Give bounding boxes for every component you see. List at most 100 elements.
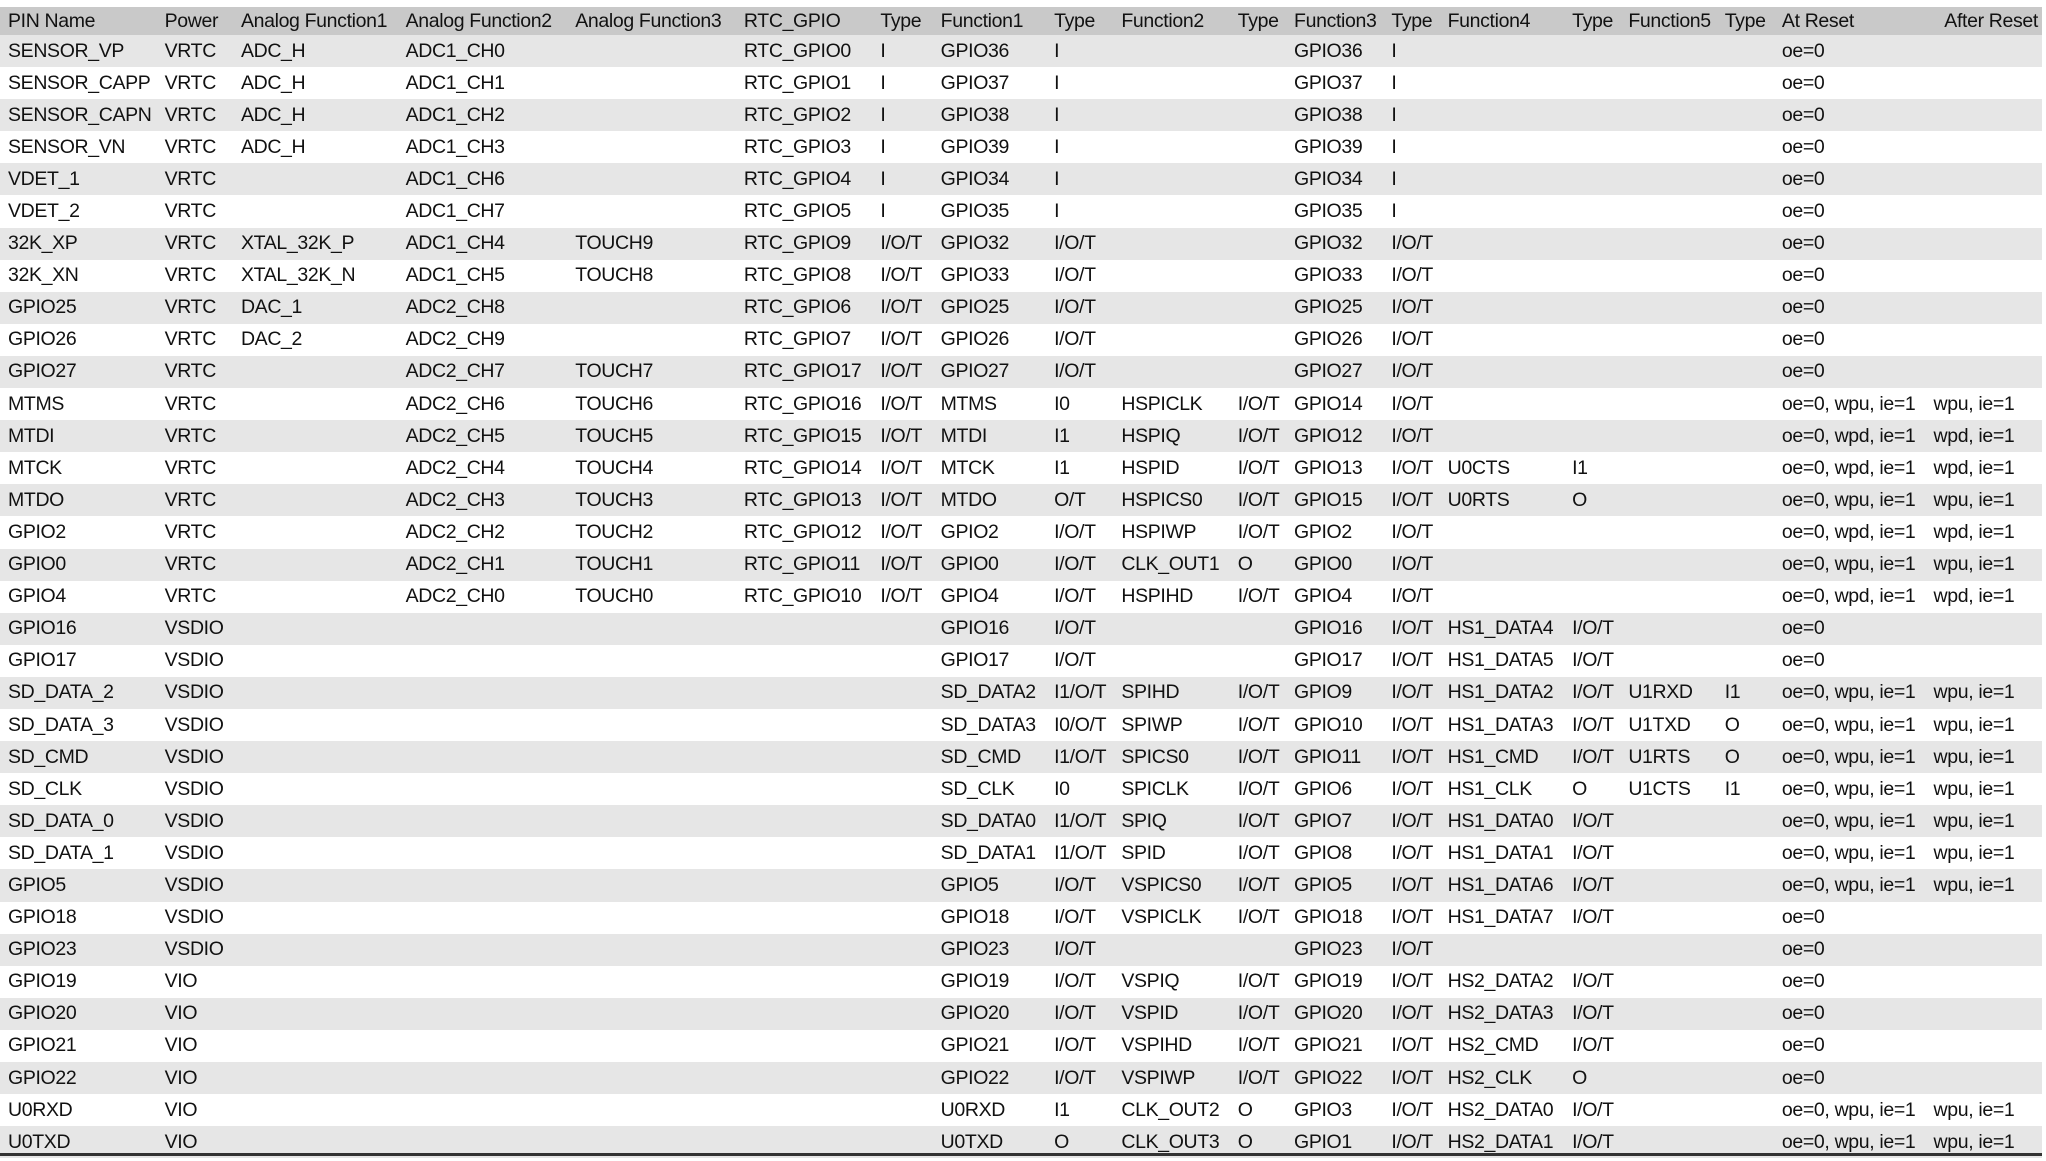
- table-cell: VSDIO: [164, 745, 224, 768]
- table-row: GPIO0 VRTC ADC2_CH1 TOUCH1 RTC_GPIO11 I/O/T GP…: [0, 548, 2042, 581]
- table-cell: [406, 805, 576, 837]
- table-cell: ADC2_CH9: [405, 328, 505, 351]
- table-cell: ADC2_CH4: [405, 456, 505, 479]
- table-cell: HS1_DATA3: [1447, 713, 1554, 736]
- table-cell: I/O/T: [1237, 392, 1280, 415]
- table-cell: I/O/T: [1391, 456, 1433, 479]
- table-cell: RTC_GPIO6: [743, 296, 851, 319]
- table-cell: [406, 645, 576, 677]
- table-cell: [575, 99, 744, 131]
- table-cell: SPIQ: [1121, 809, 1167, 832]
- table-row: GPIO25 VRTC DAC_1 ADC2_CH8 RTC_GPIO6 I/O/T GPI…: [0, 291, 2042, 324]
- table-cell: [1725, 292, 1782, 324]
- table-cell: I/O/T: [1237, 488, 1280, 511]
- table-cell: [1628, 837, 1724, 869]
- table-cell: GPIO26: [940, 328, 1010, 351]
- table-cell: [241, 966, 406, 998]
- table-cell: VIO: [164, 1066, 198, 1089]
- table-cell: [1934, 260, 2043, 292]
- table-cell: [241, 613, 406, 645]
- table-cell: SD_DATA3: [940, 713, 1036, 736]
- table-cell: SD_CMD: [8, 745, 89, 768]
- table-cell: U0RXD: [8, 1098, 73, 1121]
- table-cell: [880, 998, 940, 1030]
- table-cell: [1238, 356, 1294, 388]
- table-cell: [1725, 998, 1782, 1030]
- table-cell: VRTC: [164, 264, 217, 287]
- table-cell: I/O/T: [1237, 424, 1280, 447]
- table-cell: GPIO15: [1294, 488, 1363, 511]
- table-cell: [1628, 516, 1724, 548]
- table-cell: I1/O/T: [1054, 681, 1107, 704]
- table-cell: MTCK: [8, 456, 62, 479]
- table-row: 32K_XN VRTC XTAL_32K_N ADC1_CH5 TOUCH8 RTC_GP…: [0, 259, 2043, 292]
- table-cell: GPIO20: [940, 1002, 1010, 1025]
- table-cell: TOUCH3: [575, 488, 653, 511]
- table-cell: [880, 709, 940, 741]
- table-cell: VRTC: [164, 167, 217, 190]
- table-cell: oe=0, wpd, ie=1: [1781, 585, 1916, 608]
- table-cell: [575, 613, 744, 645]
- table-cell: ADC1_CH1: [405, 71, 505, 94]
- table-cell: [744, 998, 881, 1030]
- table-cell: [1725, 99, 1782, 131]
- table-cell: VSPIHD: [1121, 1034, 1192, 1057]
- table-cell: GPIO39: [1294, 135, 1363, 158]
- table-cell: [1238, 260, 1294, 292]
- table-cell: [1934, 324, 2043, 356]
- table-cell: oe=0, wpu, ie=1: [1781, 681, 1916, 704]
- table-cell: I/O/T: [880, 585, 923, 608]
- table-cell: [1628, 99, 1724, 131]
- table-cell: oe=0, wpu, ie=1: [1781, 841, 1916, 864]
- table-cell: I/O/T: [1391, 777, 1433, 800]
- table-cell: I: [1054, 103, 1060, 126]
- table-cell: GPIO23: [8, 938, 77, 961]
- table-cell: wpu, ie=1: [1933, 809, 2015, 832]
- table-cell: GPIO21: [1294, 1034, 1363, 1057]
- table-cell: [575, 773, 744, 805]
- table-cell: CLK_OUT2: [1121, 1098, 1220, 1121]
- table-cell: I/O/T: [1054, 1002, 1096, 1025]
- table-cell: I/O/T: [1237, 1002, 1280, 1025]
- table-cell: VRTC: [164, 296, 217, 319]
- table-cell: [1238, 163, 1294, 195]
- table-cell: [1725, 131, 1782, 163]
- table-cell: [241, 869, 406, 901]
- table-cell: [1628, 35, 1724, 67]
- table-cell: GPIO27: [940, 360, 1010, 383]
- table-cell: I1: [1724, 777, 1741, 800]
- table-cell: oe=0: [1781, 103, 1825, 126]
- table-cell: I/O/T: [1391, 553, 1433, 576]
- table-cell: [1448, 67, 1572, 99]
- table-cell: [880, 966, 940, 998]
- table-cell: oe=0, wpd, ie=1: [1781, 424, 1916, 447]
- table-cell: O: [1237, 1098, 1253, 1121]
- table-cell: I/O/T: [1391, 360, 1433, 383]
- column-header: Type: [880, 10, 922, 32]
- table-cell: [1448, 549, 1572, 581]
- table-cell: SPIWP: [1121, 713, 1183, 736]
- table-cell: [1121, 228, 1237, 260]
- table-cell: oe=0: [1781, 328, 1825, 351]
- table-cell: [880, 645, 940, 677]
- table-cell: HS1_DATA6: [1447, 873, 1554, 896]
- table-cell: HSPIWP: [1121, 520, 1197, 543]
- table-cell: VSPIQ: [1121, 970, 1180, 993]
- column-header: At Reset: [1781, 10, 1854, 32]
- table-cell: [406, 1030, 576, 1062]
- table-cell: I/O/T: [880, 392, 923, 415]
- table-cell: [241, 709, 406, 741]
- table-cell: ADC1_CH2: [405, 103, 505, 126]
- table-cell: HS2_CLK: [1447, 1066, 1533, 1089]
- table-cell: GPIO38: [1294, 103, 1363, 126]
- table-cell: [1725, 805, 1782, 837]
- table-cell: I/O/T: [1237, 809, 1280, 832]
- table-cell: [1628, 67, 1724, 99]
- table-cell: VIO: [164, 1034, 198, 1057]
- table-row: GPIO27 VRTC ADC2_CH7 TOUCH7 RTC_GPIO17 I/O/T G…: [0, 355, 2042, 389]
- table-cell: RTC_GPIO3: [743, 135, 851, 158]
- table-row: GPIO4 VRTC ADC2_CH0 TOUCH0 RTC_GPIO10 I/O/T GP…: [0, 580, 2042, 613]
- table-cell: GPIO9: [1294, 681, 1352, 704]
- table-cell: I/O/T: [1054, 1034, 1096, 1057]
- table-cell: I/O/T: [1054, 585, 1096, 608]
